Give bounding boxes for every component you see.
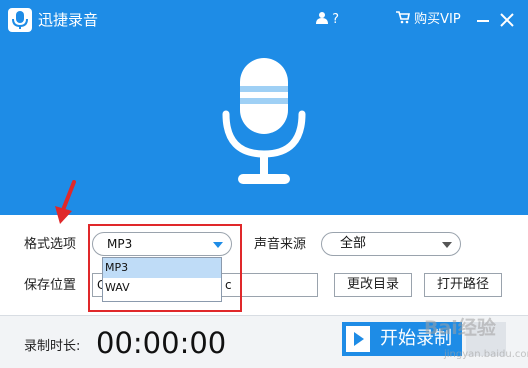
play-icon bbox=[346, 326, 370, 352]
open-path-button[interactable]: 打开路径 bbox=[424, 273, 502, 297]
source-select[interactable]: 全部 bbox=[321, 232, 461, 256]
user-icon bbox=[316, 12, 328, 24]
watermark: Bai经验 bbox=[424, 317, 496, 339]
highlight-box bbox=[88, 224, 242, 312]
buy-vip-label: 购买VIP bbox=[414, 12, 461, 27]
save-location-label: 保存位置 bbox=[24, 278, 77, 293]
app-title: 迅捷录音 bbox=[38, 11, 99, 29]
source-label: 声音来源 bbox=[254, 237, 307, 252]
format-label: 格式选项 bbox=[24, 237, 77, 252]
help-label: ? bbox=[332, 12, 340, 27]
change-directory-button[interactable]: 更改目录 bbox=[334, 273, 412, 297]
microphone-icon bbox=[8, 8, 32, 32]
watermark-url: jingyan.baidu.com bbox=[444, 349, 528, 360]
cart-icon bbox=[396, 11, 410, 24]
duration-value: 00:00:00 bbox=[96, 326, 227, 360]
buy-vip-button[interactable]: 购买VIP bbox=[396, 10, 461, 30]
minimize-button[interactable] bbox=[474, 10, 492, 30]
microphone-icon bbox=[214, 52, 314, 192]
source-select-value: 全部 bbox=[340, 236, 367, 251]
minimize-icon bbox=[477, 20, 489, 22]
help-button[interactable]: ? bbox=[316, 10, 339, 30]
chevron-down-icon bbox=[442, 242, 452, 248]
arrow-icon bbox=[52, 180, 78, 226]
duration-label: 录制时长: bbox=[24, 339, 81, 354]
settings-panel bbox=[0, 215, 528, 315]
close-button[interactable] bbox=[498, 10, 516, 30]
close-icon bbox=[500, 13, 514, 27]
